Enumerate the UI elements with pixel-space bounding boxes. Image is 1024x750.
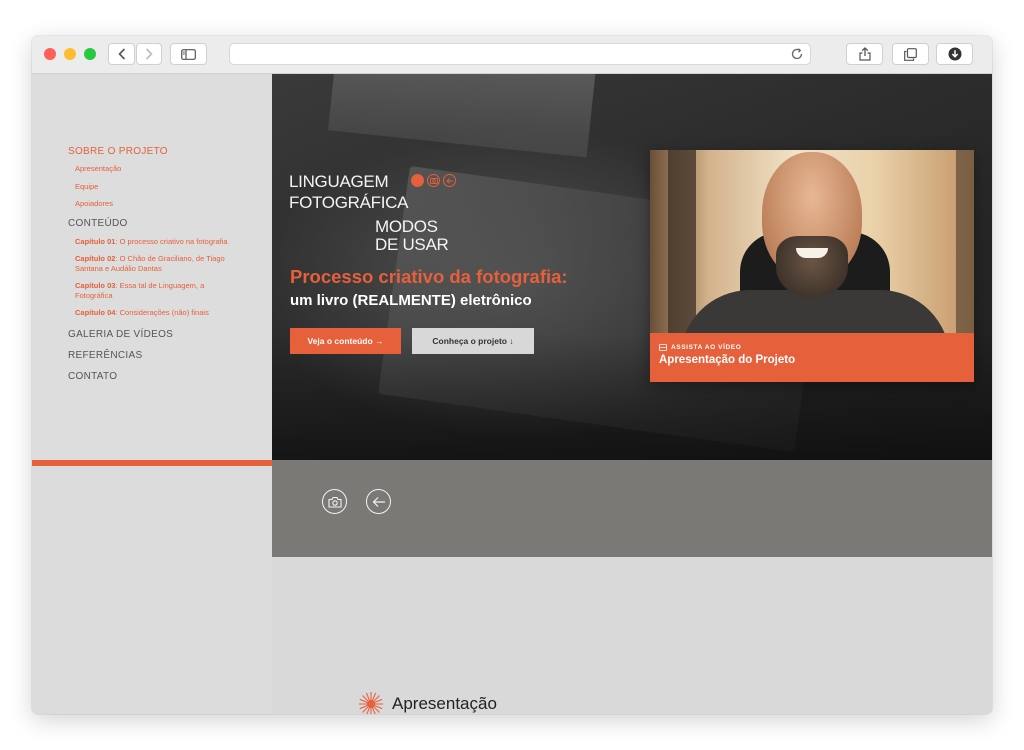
downloads-button[interactable] xyxy=(936,43,973,65)
chapter-title: : O processo criativo na fotografia xyxy=(115,236,228,246)
film-icon xyxy=(659,344,667,351)
sunburst-icon xyxy=(359,692,383,714)
background-poster xyxy=(668,150,696,333)
video-caption[interactable]: ASSISTA AO VÍDEO Apresentação do Projeto xyxy=(650,333,974,382)
sunburst-icon xyxy=(411,174,424,187)
minimize-window-button[interactable] xyxy=(64,48,76,60)
browser-toolbar xyxy=(32,36,992,74)
address-bar[interactable] xyxy=(229,43,811,65)
nav-conteudo[interactable]: CONTEÚDO xyxy=(68,218,248,230)
video-card[interactable]: ASSISTA AO VÍDEO Apresentação do Projeto xyxy=(650,150,974,382)
hero-subline: um livro (REALMENTE) eletrônico xyxy=(290,292,532,309)
section-heading: Apresentação xyxy=(358,691,497,714)
forward-button[interactable] xyxy=(136,43,162,65)
arrow-left-icon xyxy=(443,174,456,187)
nav-apresentacao[interactable]: Apresentação xyxy=(75,164,248,174)
camera-icon xyxy=(427,174,440,187)
arrow-left-circle-icon[interactable] xyxy=(366,489,391,514)
nav-galeria-de-videos[interactable]: GALERIA DE VÍDEOS xyxy=(68,329,248,341)
video-title: Apresentação do Projeto xyxy=(659,354,796,366)
hero-section: LINGUAGEM FOTOGRÁFICA MODOS DE USAR Proc… xyxy=(272,74,992,460)
chapter-number: Capítulo 02 xyxy=(75,254,116,263)
sidebar-accent-bar xyxy=(32,460,272,466)
view-content-button[interactable]: Veja o conteúdo → xyxy=(290,328,401,354)
nav-chapter-02[interactable]: Capítulo 02: O Chão de Graciliano, de Ti… xyxy=(75,254,235,273)
logo-line-1: LINGUAGEM xyxy=(289,172,389,191)
reload-icon[interactable] xyxy=(790,47,804,61)
logo-line-4: DE USAR xyxy=(375,235,449,254)
share-icon xyxy=(858,47,871,61)
camera-icon[interactable] xyxy=(322,489,347,514)
nav-chapter-01[interactable]: Capítulo 01: O processo criativo na foto… xyxy=(75,237,248,247)
video-kicker-text: ASSISTA AO VÍDEO xyxy=(671,344,742,351)
icon-band xyxy=(272,460,992,557)
chevron-left-icon xyxy=(117,48,125,60)
nav-equipe[interactable]: Equipe xyxy=(75,182,248,192)
nav-chapter-03[interactable]: Capítulo 03: Essa tal de Linguagem, a Fo… xyxy=(75,281,225,300)
tabs-button[interactable] xyxy=(892,43,929,65)
background-poster xyxy=(956,150,974,333)
nav-apoiadores[interactable]: Apoiadores xyxy=(75,199,248,209)
section-title: Apresentação xyxy=(392,694,497,713)
logo-line-2: FOTOGRÁFICA xyxy=(289,193,409,212)
video-kicker: ASSISTA AO VÍDEO xyxy=(659,344,965,351)
chapter-number: Capítulo 01 xyxy=(75,236,116,246)
presenter-beard xyxy=(776,236,848,298)
nav-referencias[interactable]: REFERÊNCIAS xyxy=(68,350,248,362)
know-project-button[interactable]: Conheça o projeto ↓ xyxy=(412,328,534,354)
nav-chapter-04[interactable]: Capítulo 04: Considerações (não) finais xyxy=(75,308,248,318)
back-button[interactable] xyxy=(108,43,135,65)
download-icon xyxy=(948,47,961,61)
background-photo xyxy=(328,74,596,158)
browser-window: SOBRE O PROJETO Apresentação Equipe Apoi… xyxy=(32,36,992,714)
nav-sobre-o-projeto[interactable]: SOBRE O PROJETO xyxy=(68,146,248,158)
chapter-number: Capítulo 04 xyxy=(75,308,116,317)
presenter-smile xyxy=(796,248,828,258)
chapter-title: : Considerações (não) finais xyxy=(115,308,209,317)
main-content: Apresentação xyxy=(272,557,992,714)
close-window-button[interactable] xyxy=(44,48,56,60)
video-thumbnail[interactable] xyxy=(650,150,974,333)
sidebar: SOBRE O PROJETO Apresentação Equipe Apoi… xyxy=(32,74,272,460)
hero-headline: Processo criativo da fotografia: xyxy=(290,266,568,287)
chevron-right-icon xyxy=(145,48,153,60)
nav-contato[interactable]: CONTATO xyxy=(68,371,248,383)
tabs-icon xyxy=(904,47,917,61)
share-button[interactable] xyxy=(846,43,883,65)
sidebar-nav: SOBRE O PROJETO Apresentação Equipe Apoi… xyxy=(68,146,248,383)
chapter-number: Capítulo 03 xyxy=(75,281,116,290)
maximize-window-button[interactable] xyxy=(84,48,96,60)
sidebar-icon xyxy=(181,48,196,60)
sidebar-toggle-button[interactable] xyxy=(170,43,207,65)
logo-icons xyxy=(411,174,456,187)
